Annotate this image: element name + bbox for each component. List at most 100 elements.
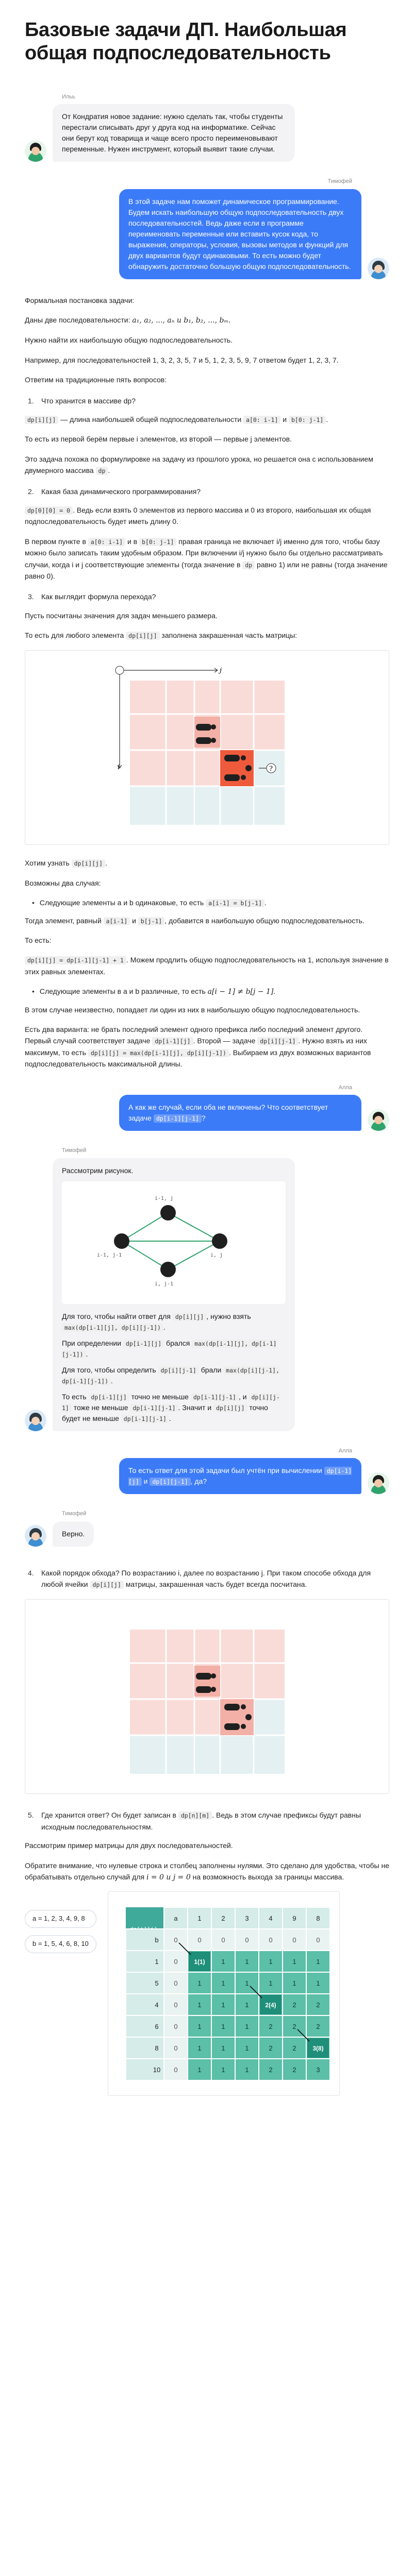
paragraph: Есть два варианта: не брать последний эл… <box>25 1024 389 1070</box>
message-bubble: То есть ответ для этой задачи был учтён … <box>119 1458 361 1495</box>
code-snippet: dp[0][0] = 0 <box>25 506 73 515</box>
dp-value: 2 <box>269 2023 272 2030</box>
question-text: Где хранится ответ? Он будет записан в d… <box>41 1809 389 1833</box>
code-snippet: dp[i][j] = max(dp[i-1][j], dp[i][j-1]) <box>88 1048 229 1057</box>
text: . Значит и <box>178 1403 212 1412</box>
message-bubble: А как же случай, если оба не включены? Ч… <box>119 1095 361 1131</box>
j-label: j <box>218 667 222 674</box>
text: . <box>273 987 276 996</box>
dp-value: 1 <box>245 2066 249 2074</box>
question-label: ? <box>269 765 273 773</box>
speaker-name: Алла <box>338 1084 352 1091</box>
code-snippet: dp[i][j] <box>90 1580 124 1589</box>
code-snippet: dp[i][j-1] <box>257 1037 299 1046</box>
text: заполнена закрашенная часть матрицы: <box>161 631 297 640</box>
text: брался <box>166 1338 190 1347</box>
teacher-avatar <box>25 1524 46 1547</box>
paragraph: Для того, чтобы найти ответ для dp[i][j]… <box>62 1311 286 1333</box>
paragraph: То есть для любого элемента dp[i][j] зап… <box>25 630 389 641</box>
question-number: 1. <box>28 396 34 405</box>
example-section: a = 1, 2, 3, 4, 9, 8 b = 1, 5, 4, 6, 8, … <box>25 1891 389 2096</box>
dependency-graph: i-1, j-1 i-1, j i, j-1 i, j <box>97 1196 227 1287</box>
question-number: 2. <box>28 487 34 496</box>
example-arrays: a = 1, 2, 3, 4, 9, 8 b = 1, 5, 4, 6, 8, … <box>25 1891 96 1953</box>
example-dp-table: dp[i][j]a123498b000000010111111501111114… <box>125 1907 330 2081</box>
text: , да? <box>190 1477 207 1486</box>
formula: a[i − 1] ≠ b[j − 1] <box>207 988 274 996</box>
code-snippet: dp[i][j] = dp[i-1][j-1] + 1 <box>25 956 126 965</box>
row-header: b <box>155 1936 158 1944</box>
column-header: 1 <box>197 1914 201 1922</box>
speaker-name: Тимофей <box>62 1511 87 1517</box>
matrix-figure: i j ? <box>25 650 389 845</box>
code-snippet: dp[i-1][j-1] <box>121 1414 169 1423</box>
text: ? <box>201 1114 206 1123</box>
question-number: 4. <box>28 1568 34 1577</box>
text: Следующие элементы a и b одинаковые, то … <box>39 899 204 907</box>
text: То есть ответ для этой задачи был учтён … <box>128 1466 322 1475</box>
paragraph: В первом пункте в a[0: i-1] и в b[0: j-1… <box>25 536 389 582</box>
dp-value: 1 <box>221 1979 225 1987</box>
code-snippet: b[0: j-1] <box>288 416 326 424</box>
text: . <box>105 859 107 868</box>
text: точно не меньше <box>131 1392 189 1401</box>
speaker-name: Тимофей <box>327 178 352 185</box>
paragraph: То есть из первой берём первые i элемент… <box>25 435 292 444</box>
code-snippet: dp <box>242 561 255 569</box>
node-label: i-1, j <box>155 1196 173 1201</box>
dp-value: 0 <box>174 2001 177 2009</box>
dp-value: 0 <box>174 2023 177 2030</box>
dp-value: 0 <box>197 1936 201 1944</box>
dp-matrix-diagram <box>129 1630 285 1774</box>
dp-value: 1 <box>245 2001 249 2009</box>
text: . Второй — задаче <box>193 1037 256 1045</box>
text: . <box>169 1414 171 1422</box>
text: и в <box>127 537 138 546</box>
text: и <box>143 1477 148 1486</box>
match-label: 1(1) <box>194 1958 205 1965</box>
text: тоже не меньше <box>73 1403 128 1412</box>
bullet-item: Следующие элементы в a и b различные, то… <box>32 986 389 997</box>
dp-value: 1 <box>245 2023 249 2030</box>
dp-value: 2 <box>316 2023 320 2030</box>
article: Базовые задачи ДП. Наибольшая общая подп… <box>0 0 414 2127</box>
paragraph: То есть dp[i-1][j] точно не меньше dp[i-… <box>62 1392 286 1424</box>
text: . <box>111 1376 113 1385</box>
dp-value: 1 <box>221 2044 225 2052</box>
paragraph: dp[0][0] = 0. Ведь если взять 0 элементо… <box>25 504 389 528</box>
dp-value: 0 <box>174 1979 177 1987</box>
student-avatar <box>25 140 46 162</box>
question-text: Какая база динамического программировани… <box>41 487 201 496</box>
paragraph: В этом случае неизвестно, попадает ли од… <box>25 1005 360 1014</box>
code-snippet: dp <box>95 467 108 476</box>
dp-value: 0 <box>174 2044 177 2052</box>
row-header: 5 <box>155 1979 158 1987</box>
code-snippet: dp[i-1][j-1] <box>130 1403 178 1412</box>
i-label: i <box>118 764 120 771</box>
node-label: i, j-1 <box>155 1281 173 1287</box>
code-snippet: a[i-1] <box>103 917 130 925</box>
paragraph: Рассмотрим пример матрицы для двух после… <box>25 1841 233 1850</box>
student-avatar <box>368 1472 389 1495</box>
code-snippet: dp[i][j] <box>71 859 106 868</box>
dp-value: 1 <box>245 2044 249 2052</box>
speaker-name: Алла <box>338 1447 352 1454</box>
node-label: i, j <box>210 1252 223 1258</box>
code-snippet: dp[i][j-1] <box>150 1478 191 1486</box>
dp-value: 2 <box>269 2044 272 2052</box>
code-snippet: dp[i-1][j] <box>152 1037 193 1046</box>
dp-value: 1 <box>197 2066 201 2074</box>
formula: i = 0 и j = 0 <box>146 1873 191 1882</box>
text: , и <box>238 1392 247 1401</box>
match-label: 2(4) <box>265 2002 276 2009</box>
formula: a₁, a₂, ..., aₙ и b₁, b₂, ..., bₘ. <box>132 316 231 325</box>
text: То есть для любого элемента <box>25 631 124 640</box>
code-snippet: dp[i-1][j] <box>88 1393 129 1401</box>
dp-value: 0 <box>269 1936 272 1944</box>
chat-message: Ильь От Кондратия новое задание: нужно с… <box>25 93 389 162</box>
text: , добавится в наибольшую общую подпослед… <box>164 916 365 925</box>
text: Даны две последовательности: <box>25 316 130 325</box>
paragraph: Для того, чтобы определить dp[i][j-1] бр… <box>62 1365 286 1386</box>
question-item: 3. Как выглядит формула перехода? <box>28 591 389 602</box>
dp-value: 1 <box>221 2023 225 2030</box>
